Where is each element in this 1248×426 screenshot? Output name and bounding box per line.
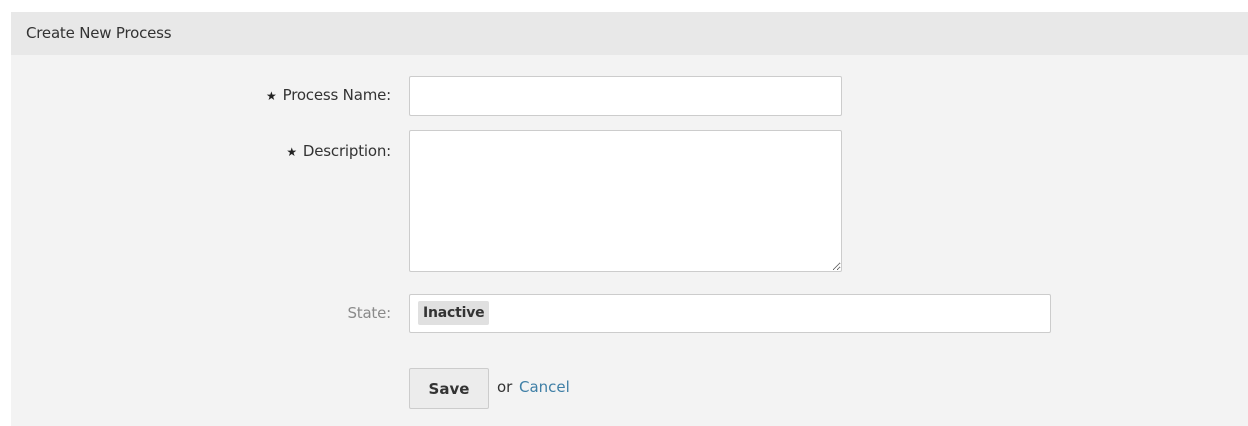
- create-process-panel: Create New Process ★ Process Name: ★ Descr…: [11, 12, 1248, 426]
- panel-title: Create New Process: [26, 24, 172, 42]
- process-name-label: ★ Process Name:: [266, 86, 391, 104]
- save-button[interactable]: Save: [409, 368, 489, 409]
- state-select[interactable]: Inactive: [409, 294, 1051, 333]
- description-label-text: Description:: [302, 142, 391, 160]
- description-label: ★ Description:: [286, 142, 391, 160]
- process-name-label-text: Process Name:: [282, 86, 392, 104]
- required-star-icon: ★: [266, 89, 277, 103]
- cancel-link[interactable]: Cancel: [519, 378, 570, 396]
- description-textarea[interactable]: [409, 130, 842, 272]
- or-text: or: [497, 378, 513, 396]
- process-name-input[interactable]: [409, 76, 842, 116]
- state-label: State:: [347, 304, 391, 322]
- required-star-icon: ★: [286, 145, 297, 159]
- state-selected-chip: Inactive: [418, 301, 490, 325]
- panel-header: Create New Process: [11, 12, 1248, 55]
